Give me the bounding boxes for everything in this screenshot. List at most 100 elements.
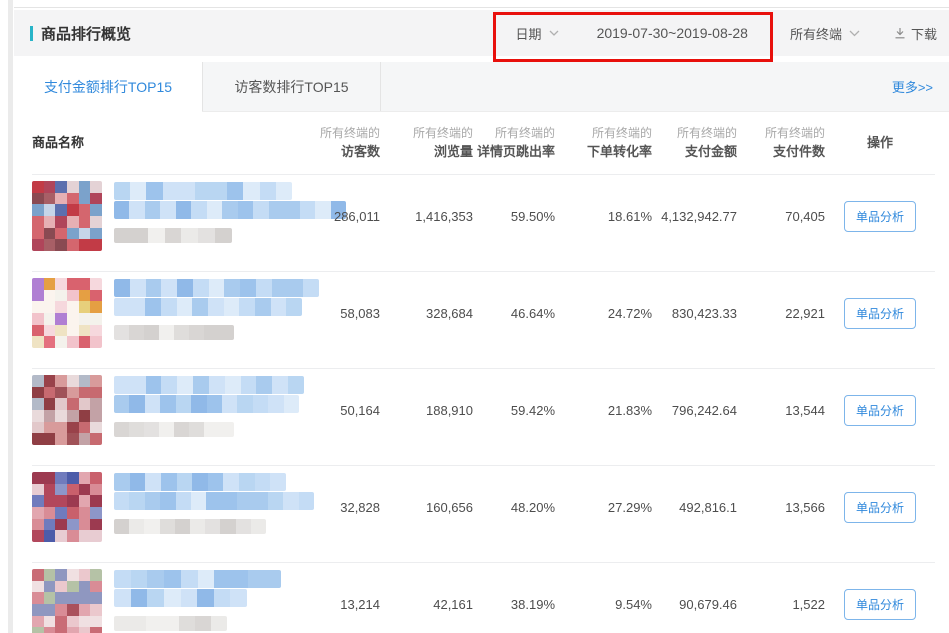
product-title-redacted xyxy=(114,395,299,413)
product-cell xyxy=(32,472,284,542)
header-cell-payment-amount: 所有终端的 支付金额 xyxy=(652,112,737,174)
table-row: 286,011 1,416,353 59.50% 18.61% 4,132,94… xyxy=(32,174,935,271)
item-analysis-button[interactable]: 单品分析 xyxy=(844,298,916,329)
product-meta-redacted xyxy=(114,616,227,631)
item-analysis-button[interactable]: 单品分析 xyxy=(844,589,916,620)
payment-items-value: 13,544 xyxy=(737,403,825,418)
table-row: 50,164 188,910 59.42% 21.83% 796,242.64 … xyxy=(32,368,935,465)
action-cell: 单品分析 xyxy=(825,589,935,620)
pageviews-value: 160,656 xyxy=(380,500,473,515)
payment-amount-value: 830,423.33 xyxy=(652,306,737,321)
order-conversion-value: 9.54% xyxy=(555,597,652,612)
tab-payment-amount-rank[interactable]: 支付金额排行TOP15 xyxy=(14,62,203,111)
product-title-redacted xyxy=(114,473,286,491)
terminal-filter-dropdown[interactable]: 所有终端 xyxy=(790,24,860,43)
header-cell-product-name: 商品名称 xyxy=(32,112,284,174)
product-cell xyxy=(32,278,284,348)
payment-amount-value: 492,816.1 xyxy=(652,500,737,515)
product-thumbnail xyxy=(32,472,102,542)
panel-title: 商品排行概览 xyxy=(30,23,131,44)
tab-visitor-count-rank[interactable]: 访客数排行TOP15 xyxy=(203,62,381,111)
bounce-rate-value: 46.64% xyxy=(473,306,555,321)
product-title-redacted xyxy=(114,589,247,607)
product-thumbnail xyxy=(32,181,102,251)
payment-amount-value: 4,132,942.77 xyxy=(652,209,737,224)
pageviews-value: 328,684 xyxy=(380,306,473,321)
bounce-rate-value: 38.19% xyxy=(473,597,555,612)
product-meta-redacted xyxy=(114,228,232,243)
table-row: 13,214 42,161 38.19% 9.54% 90,679.46 1,5… xyxy=(32,562,935,633)
chevron-down-icon xyxy=(849,30,860,37)
left-gutter-divider xyxy=(8,0,13,633)
product-title-redacted xyxy=(114,376,304,394)
product-meta-redacted xyxy=(114,519,266,534)
chevron-down-icon xyxy=(549,30,559,36)
header-controls: 日期 2019-07-30~2019-08-28 所有终端 xyxy=(516,24,937,43)
download-label: 下载 xyxy=(911,24,937,43)
product-rank-panel: 商品排行概览 日期 2019-07-30~2019-08-28 所有终端 xyxy=(14,10,949,633)
product-cell xyxy=(32,375,284,445)
date-filter-dropdown[interactable]: 日期 xyxy=(516,24,559,43)
visitors-value: 286,011 xyxy=(284,209,380,224)
product-thumbnail xyxy=(32,375,102,445)
payment-items-value: 70,405 xyxy=(737,209,825,224)
tab-bar: 支付金额排行TOP15 访客数排行TOP15 更多>> xyxy=(14,62,949,112)
panel-header: 商品排行概览 日期 2019-07-30~2019-08-28 所有终端 xyxy=(14,10,949,56)
product-cell xyxy=(32,569,284,633)
product-title-redacted xyxy=(114,570,281,588)
payment-items-value: 22,921 xyxy=(737,306,825,321)
pageviews-value: 42,161 xyxy=(380,597,473,612)
product-text-redacted xyxy=(114,375,304,445)
product-thumbnail xyxy=(32,278,102,348)
visitors-value: 32,828 xyxy=(284,500,380,515)
product-cell xyxy=(32,181,284,251)
payment-items-value: 13,566 xyxy=(737,500,825,515)
product-title-redacted xyxy=(114,182,292,200)
panel-title-text: 商品排行概览 xyxy=(41,23,131,44)
download-icon xyxy=(894,27,906,39)
bounce-rate-value: 48.20% xyxy=(473,500,555,515)
header-cell-bounce-rate: 所有终端的 详情页跳出率 xyxy=(473,112,555,174)
top-divider xyxy=(14,7,949,8)
date-filter-label: 日期 xyxy=(516,24,542,43)
date-range-value[interactable]: 2019-07-30~2019-08-28 xyxy=(597,25,748,41)
header-cell-visitors: 所有终端的 访客数 xyxy=(284,112,380,174)
action-cell: 单品分析 xyxy=(825,201,935,232)
product-thumbnail xyxy=(32,569,102,633)
order-conversion-value: 21.83% xyxy=(555,403,652,418)
accent-bar xyxy=(30,26,33,41)
order-conversion-value: 24.72% xyxy=(555,306,652,321)
product-title-redacted xyxy=(114,279,319,297)
product-title-redacted xyxy=(114,298,302,316)
table-row: 32,828 160,656 48.20% 27.29% 492,816.1 1… xyxy=(32,465,935,562)
payment-items-value: 1,522 xyxy=(737,597,825,612)
pageviews-value: 188,910 xyxy=(380,403,473,418)
item-analysis-button[interactable]: 单品分析 xyxy=(844,201,916,232)
item-analysis-button[interactable]: 单品分析 xyxy=(844,395,916,426)
order-conversion-value: 27.29% xyxy=(555,500,652,515)
product-text-redacted xyxy=(114,569,281,633)
header-cell-order-conversion: 所有终端的 下单转化率 xyxy=(555,112,652,174)
action-cell: 单品分析 xyxy=(825,395,935,426)
action-cell: 单品分析 xyxy=(825,492,935,523)
bounce-rate-value: 59.50% xyxy=(473,209,555,224)
payment-amount-value: 90,679.46 xyxy=(652,597,737,612)
product-rank-table: 商品名称 所有终端的 访客数 所有终端的 浏览量 所有终端的 详情页跳出率 所有… xyxy=(32,112,935,633)
header-cell-action: 操作 xyxy=(825,112,935,174)
bounce-rate-value: 59.42% xyxy=(473,403,555,418)
visitors-value: 58,083 xyxy=(284,306,380,321)
payment-amount-value: 796,242.64 xyxy=(652,403,737,418)
more-link[interactable]: 更多>> xyxy=(892,77,949,96)
visitors-value: 13,214 xyxy=(284,597,380,612)
table-row: 58,083 328,684 46.64% 24.72% 830,423.33 … xyxy=(32,271,935,368)
header-cell-payment-items: 所有终端的 支付件数 xyxy=(737,112,825,174)
table-header-row: 商品名称 所有终端的 访客数 所有终端的 浏览量 所有终端的 详情页跳出率 所有… xyxy=(32,112,935,174)
action-cell: 单品分析 xyxy=(825,298,935,329)
download-button[interactable]: 下载 xyxy=(894,24,937,43)
product-meta-redacted xyxy=(114,422,234,437)
header-cell-pageviews: 所有终端的 浏览量 xyxy=(380,112,473,174)
visitors-value: 50,164 xyxy=(284,403,380,418)
table-body: 286,011 1,416,353 59.50% 18.61% 4,132,94… xyxy=(32,174,935,633)
pageviews-value: 1,416,353 xyxy=(380,209,473,224)
item-analysis-button[interactable]: 单品分析 xyxy=(844,492,916,523)
